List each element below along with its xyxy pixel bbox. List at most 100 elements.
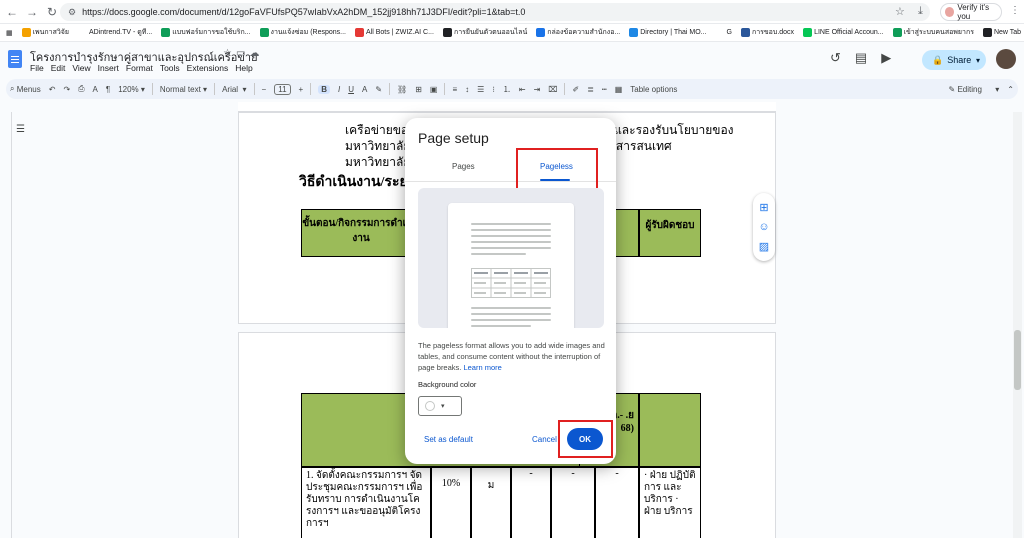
menu-view[interactable]: View [72,63,90,73]
download-icon[interactable]: ⤓ [918,5,923,18]
align-icon[interactable]: ≡ [452,85,457,94]
font-select[interactable]: Arial ▾ [222,85,246,94]
table-header-cell[interactable]: ผู้รับผิดชอบ [639,209,701,257]
style-select[interactable]: Normal text ▾ [160,85,207,94]
border-color-icon[interactable]: ✐ [572,85,579,94]
table-cell[interactable]: ม [471,467,511,538]
history-icon[interactable]: ↺ [830,50,841,66]
set-as-default-button[interactable]: Set as default [424,435,473,444]
reload-icon[interactable]: ↻ [42,2,62,22]
bookmark-star-icon[interactable]: ☆ [895,5,905,18]
profile-icon [945,7,955,17]
emoji-reaction-icon[interactable]: ☺ [758,221,769,233]
learn-more-link[interactable]: Learn more [463,363,501,372]
bookmark-item[interactable]: เพนกาสวิจัย [21,27,69,38]
spellcheck-icon[interactable]: A [93,85,98,94]
bookmark-item[interactable]: กล่องข้อความสำนักงอ... [536,27,620,38]
scrollbar-thumb[interactable] [1014,330,1021,390]
numbered-list-icon[interactable]: ⒈ [503,84,511,95]
table-cell[interactable]: · ฝ่าย ปฏิบัติการ และ บริการ · ฝ่าย บริก… [639,467,701,538]
add-comment-icon[interactable]: ⊞ [759,201,768,214]
browser-menu-icon[interactable]: ⋮ [1010,5,1020,16]
collapse-toolbar-icon[interactable]: ⌃ [1007,85,1014,94]
bookmark-favicon-icon [715,28,725,37]
apps-icon[interactable]: ▦ [6,29,13,37]
font-size-increase-icon[interactable]: + [299,85,304,94]
bookmark-item[interactable]: งานแจ้งซ่อม (Respons... [259,27,346,38]
bold-icon[interactable]: B [318,84,330,94]
vertical-ruler[interactable] [0,112,12,538]
bookmark-item[interactable]: ADintrend.TV - ดูที... [78,27,152,38]
border-dash-icon[interactable]: ┅ [602,85,607,94]
font-size-input[interactable]: 11 [274,83,291,95]
verify-button[interactable]: Verify it's you [940,3,1002,21]
bookmark-item[interactable]: การขอบ.docx [740,27,794,38]
table-header-cell[interactable]: ขั้นตอน/กิจกรรมการดำเนินงาน [301,209,421,257]
menu-tools[interactable]: Tools [160,63,180,73]
table-cell[interactable]: - [511,467,551,538]
line-spacing-icon[interactable]: ↕ [465,85,469,94]
table-header-cell[interactable] [639,393,701,467]
bullet-list-icon[interactable]: ⁝ [492,85,495,94]
undo-icon[interactable]: ↶ [49,85,56,94]
paint-format-icon[interactable]: ¶ [106,85,110,94]
menu-help[interactable]: Help [235,63,252,73]
share-dropdown-icon[interactable]: ▾ [970,50,986,70]
bookmark-item[interactable]: All Bots | ZWIZ.AI C... [355,27,434,38]
url-field[interactable]: ⚙ https://docs.google.com/document/d/12g… [60,3,930,21]
bookmark-item[interactable]: การยืนยันตัวตนออนไลน์ [442,27,527,38]
cloud-status-icon[interactable]: ☁ [249,48,263,59]
bookmark-item[interactable]: แบบฟอร์มการขอใช้บริก... [161,27,251,38]
table-cell[interactable]: - [595,467,639,538]
editing-mode-select[interactable]: ✎ Editing ▾ [949,85,1000,94]
italic-icon[interactable]: I [338,85,340,94]
tab-pages[interactable]: Pages [452,162,475,171]
bookmark-item[interactable]: G [715,27,732,38]
font-size-decrease-icon[interactable]: − [262,85,267,94]
avatar[interactable] [996,49,1016,69]
search-menus[interactable]: ⌕ Menus [10,84,41,94]
decrease-indent-icon[interactable]: ⇤ [519,85,526,94]
menu-extensions[interactable]: Extensions [187,63,229,73]
vertical-scrollbar[interactable] [1013,112,1022,538]
clear-formatting-icon[interactable]: ⌧ [548,85,557,94]
bookmark-item[interactable]: Directory | Thai MO... [629,27,707,38]
menu-edit[interactable]: Edit [51,63,66,73]
insert-image-icon[interactable]: ▣ [430,85,438,94]
table-cell[interactable]: - [551,467,595,538]
link-icon[interactable]: ⛓ [397,85,407,94]
checklist-icon[interactable]: ☰ [477,85,484,94]
print-icon[interactable]: ⎙ [78,84,84,94]
move-folder-icon[interactable]: ▭ [236,48,249,59]
menu-format[interactable]: Format [126,63,153,73]
add-comment-icon[interactable]: ⊞ [415,85,422,94]
bookmark-item[interactable]: เข้าสู่ระบบคนสอพยากร [892,27,974,38]
suggest-edits-icon[interactable]: ▨ [759,240,769,253]
menu-insert[interactable]: Insert [98,63,119,73]
meet-icon[interactable]: ▶ [881,50,891,66]
bookmark-item[interactable]: LINE Official Accoun... [803,27,884,38]
table-options-icon[interactable]: ▦ [615,85,623,94]
forward-icon[interactable]: → [22,2,42,22]
horizontal-ruler[interactable] [238,102,776,112]
background-color-select[interactable]: ▾ [418,396,462,416]
table-options[interactable]: Table options [630,85,677,94]
highlight-icon[interactable]: ✎ [375,85,382,94]
table-cell[interactable]: 1. จัดตั้งคณะกรรมการฯ จัดประชุมคณะกรรมกา… [301,467,431,538]
increase-indent-icon[interactable]: ⇥ [534,85,541,94]
underline-icon[interactable]: U [348,85,354,94]
text-color-icon[interactable]: A [362,85,367,94]
bookmark-item[interactable]: New Tab [982,27,1021,38]
docs-logo-icon[interactable] [8,50,22,68]
zoom-select[interactable]: 120% ▾ [118,85,145,94]
border-width-icon[interactable]: ≣ [587,85,594,94]
document-outline-icon[interactable]: ☰ [16,124,32,138]
redo-icon[interactable]: ↷ [63,85,70,94]
site-info-icon[interactable]: ⚙ [68,7,76,18]
comments-icon[interactable]: ▤ [855,50,867,66]
back-icon[interactable]: ← [2,2,22,22]
menu-file[interactable]: File [30,63,44,73]
cancel-button[interactable]: Cancel [532,435,557,444]
table-cell[interactable]: 10% [431,467,471,538]
star-icon[interactable]: ☆ [223,48,236,59]
